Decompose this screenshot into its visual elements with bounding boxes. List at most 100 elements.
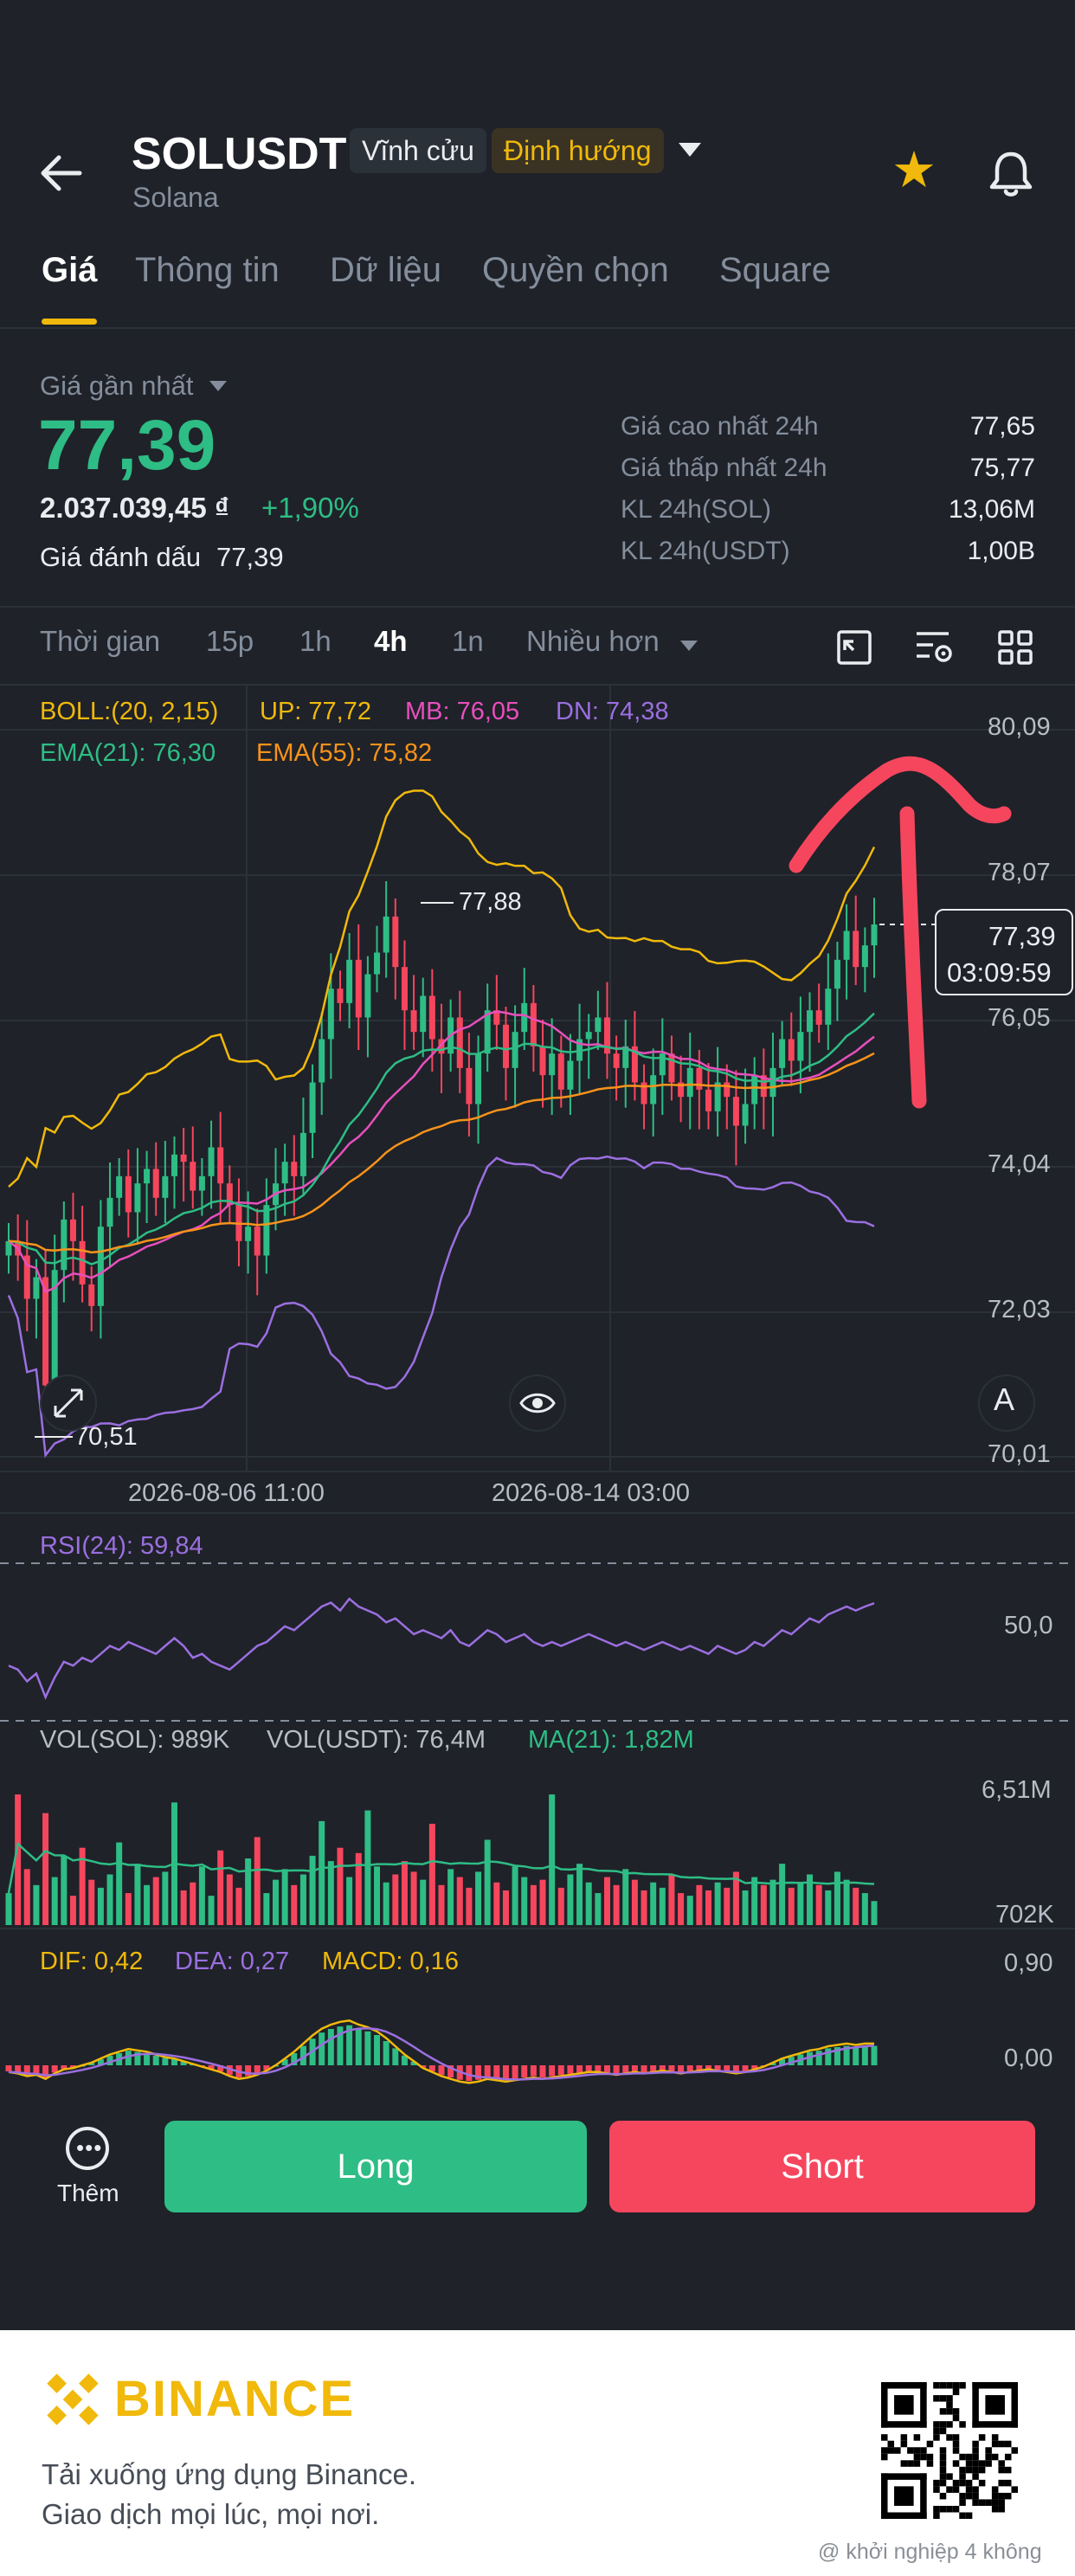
candle-body: [355, 959, 362, 1018]
macd-histogram-bar: [678, 2065, 685, 2073]
candle-body: [724, 1082, 731, 1098]
legend-ema21: EMA(21): 76,30: [40, 739, 216, 767]
candle-body: [383, 916, 389, 953]
grid-layout-icon[interactable]: [997, 629, 1033, 666]
qr-module: [952, 2447, 960, 2454]
volume-bar: [751, 1877, 758, 1925]
macd-histogram-bar: [650, 2065, 657, 2071]
qr-module: [991, 2492, 999, 2500]
volume-bar: [530, 1884, 537, 1925]
last-price-label[interactable]: Giá gần nhất: [40, 370, 194, 402]
qr-module: [1011, 2486, 1018, 2493]
timeframe-1h[interactable]: 1h: [299, 625, 332, 658]
qr-module: [881, 2421, 927, 2428]
macd-histogram-bar: [595, 2065, 602, 2071]
volume-bar: [585, 1882, 592, 1925]
qr-module: [959, 2466, 966, 2474]
legend-boll-up: UP: 77,72: [260, 698, 371, 725]
active-tab-indicator: [42, 319, 97, 325]
qr-module: [946, 2486, 953, 2493]
chart-compare-icon[interactable]: [836, 629, 872, 666]
qr-module: [939, 2466, 947, 2474]
qr-module: [959, 2382, 966, 2389]
candle-body: [42, 1277, 49, 1386]
volume-bar: [152, 1877, 159, 1925]
more-label[interactable]: Thêm: [57, 2180, 119, 2207]
bell-icon[interactable]: [985, 147, 1037, 199]
qr-module: [900, 2434, 908, 2441]
candle-body: [152, 1169, 159, 1198]
back-arrow-icon[interactable]: [36, 147, 88, 199]
short-button[interactable]: Short: [609, 2121, 1035, 2212]
macd-histogram-bar: [853, 2047, 859, 2065]
volume-bar: [61, 1855, 68, 1925]
volume-bar: [144, 1884, 151, 1925]
volume-bar: [871, 1901, 878, 1925]
chevron-down-icon[interactable]: [679, 143, 701, 157]
tab-info[interactable]: Thông tin: [135, 251, 280, 290]
macd-histogram-bar: [33, 2065, 40, 2074]
candle-body: [585, 1032, 592, 1040]
volume-bar: [797, 1882, 804, 1925]
macd-histogram-bar: [576, 2065, 583, 2073]
volume-bar: [23, 1869, 30, 1925]
direction-badge[interactable]: Định hướng: [492, 128, 664, 173]
volume-bar: [217, 1850, 224, 1925]
low-marker-label: 70,51: [74, 1423, 138, 1451]
candle-body: [650, 1075, 657, 1104]
caret-down-icon[interactable]: [209, 381, 227, 391]
change-percent: +1,90%: [261, 492, 359, 524]
tab-data[interactable]: Dữ liệu: [330, 251, 441, 290]
macd-histogram-bar: [549, 2065, 556, 2077]
y-tick-label: 80,09: [988, 713, 1051, 741]
qr-module: [959, 2453, 966, 2461]
volume-bar: [410, 1871, 417, 1925]
long-button[interactable]: Long: [164, 2121, 587, 2212]
macd-histogram-bar: [622, 2065, 629, 2073]
qr-module: [920, 2453, 927, 2461]
star-icon[interactable]: ★: [892, 145, 937, 196]
macd-histogram-bar: [392, 2048, 399, 2065]
qr-module: [939, 2460, 947, 2467]
header-bar: SOLUSDT Vĩnh cửu Định hướng Solana ★: [0, 0, 1075, 234]
tab-price[interactable]: Giá: [42, 251, 97, 290]
candle-body: [843, 931, 850, 960]
timeframe-time[interactable]: Thời gian: [40, 625, 160, 658]
candle-body: [309, 1082, 316, 1133]
volume-bar: [779, 1864, 786, 1925]
macd-histogram-bar: [327, 2029, 334, 2065]
qr-module: [900, 2440, 908, 2448]
qr-module: [998, 2499, 1005, 2506]
timeframe-15m[interactable]: 15p: [206, 625, 254, 658]
qr-module: [985, 2460, 992, 2467]
candle-body: [337, 989, 344, 1003]
volume-bar: [466, 1887, 473, 1925]
qr-module: [933, 2395, 940, 2402]
volume-bar: [631, 1879, 638, 1925]
qr-module: [952, 2505, 960, 2513]
volume-bar: [613, 1884, 620, 1925]
candle-body: [825, 989, 832, 1025]
candle-body: [88, 1284, 95, 1306]
tab-square[interactable]: Square: [719, 251, 831, 290]
timeframe-1d[interactable]: 1n: [452, 625, 484, 658]
candle-body: [466, 1067, 473, 1104]
tab-options[interactable]: Quyền chọn: [482, 251, 669, 290]
timeframe-4h[interactable]: 4h: [374, 625, 408, 658]
caret-down-icon[interactable]: [680, 641, 698, 651]
qr-module: [913, 2434, 921, 2441]
indicator-settings-icon[interactable]: [914, 629, 956, 666]
volume-bar: [567, 1874, 574, 1925]
volume-bar: [769, 1879, 776, 1925]
qr-module: [952, 2408, 960, 2415]
volume-bar: [659, 1887, 666, 1925]
candle-body: [198, 1175, 205, 1191]
volume-bar: [456, 1877, 463, 1925]
symbol-title[interactable]: SOLUSDT: [132, 128, 346, 180]
volume-bar: [364, 1810, 371, 1925]
macd-histogram-bar: [631, 2065, 638, 2071]
timeframe-more[interactable]: Nhiều hơn: [526, 625, 660, 658]
volume-bar: [97, 1887, 104, 1925]
qr-module: [933, 2512, 940, 2519]
qr-module: [998, 2479, 1005, 2487]
